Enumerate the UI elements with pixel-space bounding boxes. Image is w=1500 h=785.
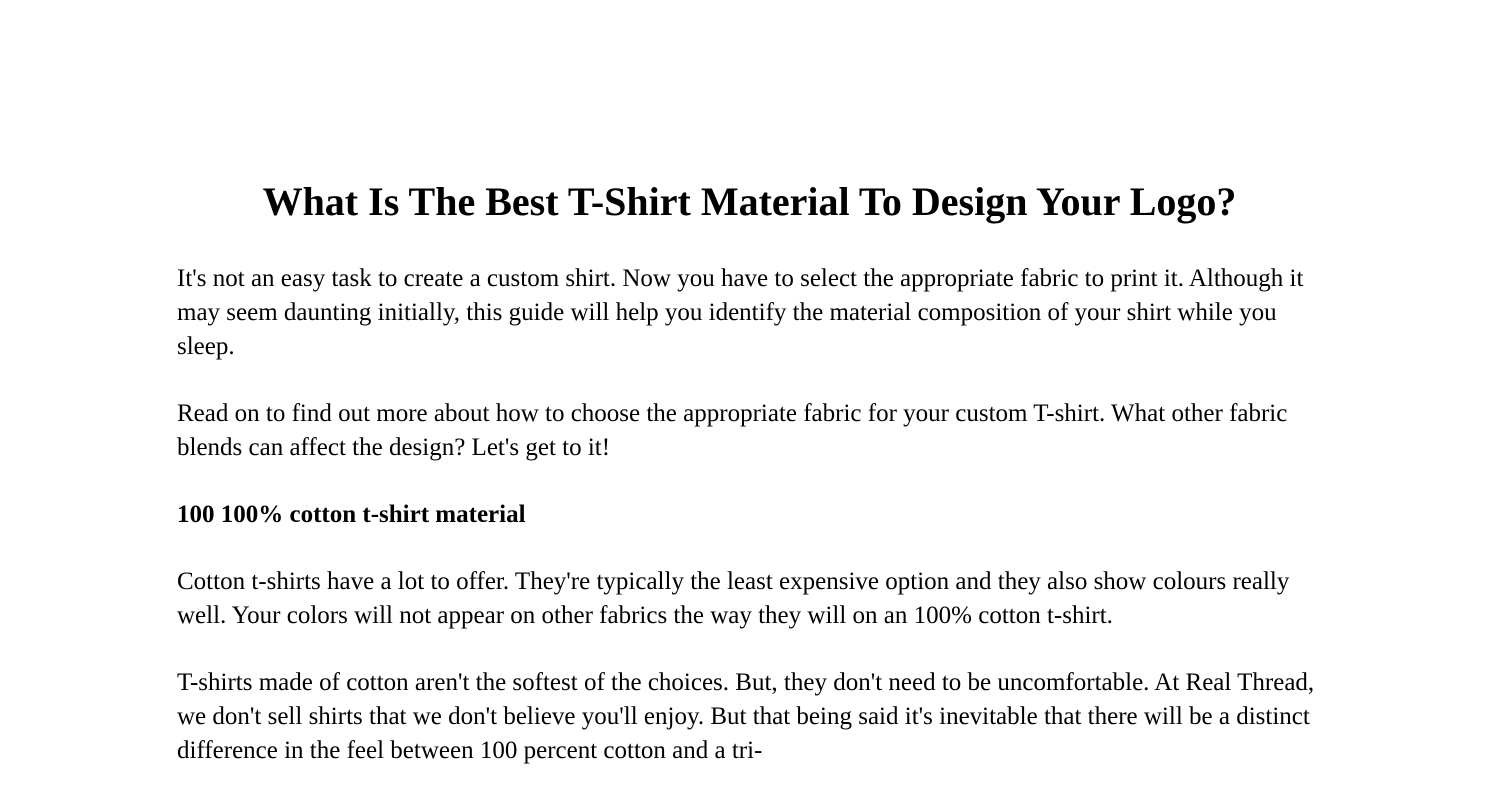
paragraph-4: T-shirts made of cotton aren't the softe… — [177, 669, 1315, 764]
document-page: What Is The Best T-Shirt Material To Des… — [0, 0, 1500, 785]
paragraph-3: Cotton t-shirts have a lot to offer. The… — [177, 568, 1290, 629]
paragraph-2: Read on to find out more about how to ch… — [177, 400, 1288, 461]
paragraph-1: It's not an easy task to create a custom… — [177, 265, 1304, 360]
page-title: What Is The Best T-Shirt Material To Des… — [262, 179, 1237, 224]
section-heading-cotton: 100 100% cotton t-shirt material — [177, 501, 526, 528]
document-body: It's not an easy task to create a custom… — [177, 262, 1325, 768]
